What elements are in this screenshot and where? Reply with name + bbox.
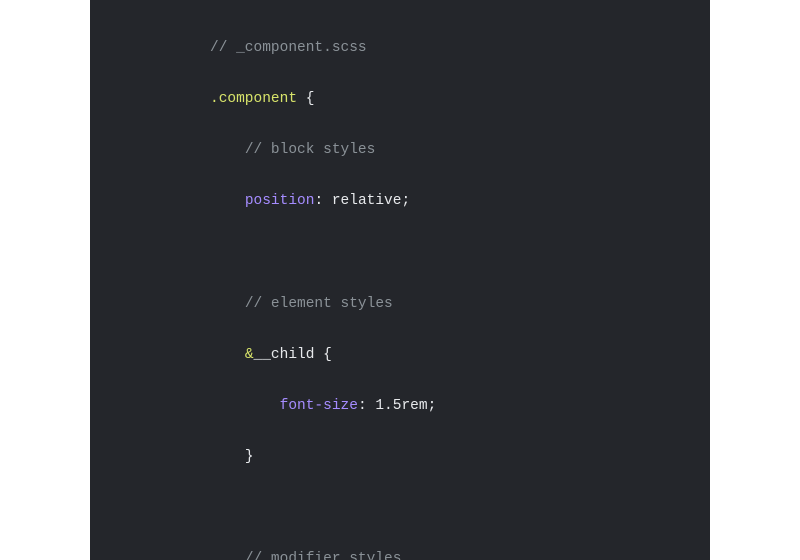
indent <box>210 347 245 363</box>
code-line: font-size: 1.5rem; <box>210 394 686 420</box>
brace: { <box>297 91 314 107</box>
value: 1.5rem <box>375 398 427 414</box>
code-line: // block styles <box>210 138 686 164</box>
blank-line <box>210 240 686 266</box>
space <box>323 193 332 209</box>
colon: : <box>358 398 367 414</box>
semicolon: ; <box>428 398 437 414</box>
brace: } <box>245 449 254 465</box>
indent <box>210 193 245 209</box>
property: font-size <box>280 398 358 414</box>
selector: .component <box>210 91 297 107</box>
comment: // element styles <box>245 296 393 312</box>
indent <box>210 551 245 560</box>
comment: // modifier styles <box>245 551 402 560</box>
indent <box>210 296 245 312</box>
code-line: &__child { <box>210 343 686 369</box>
comment: // _component.scss <box>210 40 367 56</box>
comment: // block styles <box>245 142 376 158</box>
brace: { <box>314 347 331 363</box>
property: position <box>245 193 315 209</box>
indent <box>210 398 280 414</box>
code-line: // modifier styles <box>210 547 686 560</box>
code-line: // _component.scss <box>210 36 686 62</box>
code-line: position: relative; <box>210 189 686 215</box>
code-editor: // _component.scss .component { // block… <box>90 0 710 560</box>
colon: : <box>314 193 323 209</box>
code-line: } <box>210 445 686 471</box>
element-suffix: __child <box>254 347 315 363</box>
code-line: .component { <box>210 87 686 113</box>
value: relative <box>332 193 402 209</box>
indent <box>210 449 245 465</box>
semicolon: ; <box>401 193 410 209</box>
code-line: // element styles <box>210 292 686 318</box>
blank-line <box>210 496 686 522</box>
indent <box>210 142 245 158</box>
parent-ref: & <box>245 347 254 363</box>
